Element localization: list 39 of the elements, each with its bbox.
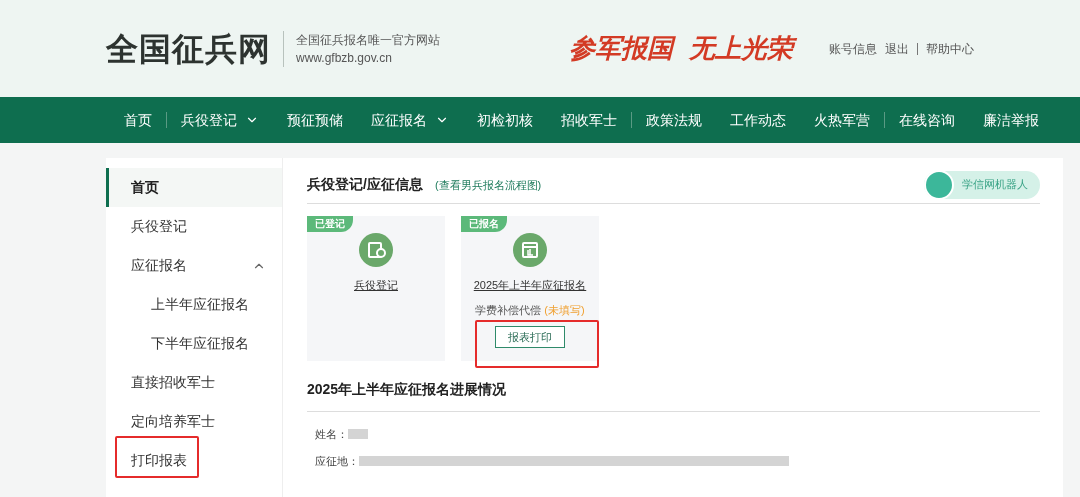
field-label: 应征地： [315,453,359,469]
nav-item[interactable]: 政策法规 [632,109,716,131]
field-label: 姓名： [315,427,348,442]
nav-item[interactable]: 兵役登记 [167,109,273,131]
progress-title: 2025年上半年应征报名进展情况 [307,381,507,397]
site-tagline: 全国征兵报名唯一官方网站 [296,31,440,49]
tuition-note: 学费补偿代偿 (未填写) [475,302,585,318]
site-url: www.gfbzb.gov.cn [296,49,393,67]
section-title: 兵役登记/应征信息 [307,175,423,194]
nav-item[interactable]: 应征报名 [357,109,463,131]
calendar-icon [513,233,547,267]
nav-item[interactable]: 初检初核 [463,109,547,131]
nav-item[interactable]: 在线咨询 [885,109,969,131]
nav-item[interactable]: 首页 [110,109,166,131]
sidebar-item[interactable]: 下半年应征报名 [106,324,282,363]
nav-item[interactable]: 廉洁举报 [969,109,1053,131]
sidebar-item[interactable]: 首页 [106,168,282,207]
flowchart-link[interactable]: (查看男兵报名流程图) [434,177,542,194]
card-link[interactable]: 2025年上半年应征报名 [473,277,587,294]
site-logo: 全国征兵网 [106,28,271,70]
nav-item[interactable]: 火热军营 [800,109,884,131]
sidebar-item[interactable]: 直接招收军士 [106,363,282,402]
sidebar-item[interactable]: 上半年应征报名 [106,285,282,324]
sidebar-item[interactable]: 兵役登记 [106,207,282,246]
status-badge: 已登记 [307,216,353,232]
sidebar-item[interactable]: 应征报名 [106,246,282,285]
nav-item[interactable]: 招收军士 [547,109,631,131]
sidebar-item[interactable]: 打印报表 [106,441,282,480]
nav-item[interactable]: 工作动态 [716,109,800,131]
card-link[interactable]: 兵役登记 [354,277,398,294]
nav-item[interactable]: 预征预储 [273,109,357,131]
blurred-value [348,429,368,440]
header-link[interactable]: 账号信息 [829,39,877,58]
header-link[interactable]: 帮助中心 [926,39,974,58]
document-icon [359,233,393,267]
sidebar-item[interactable]: 定向培养军士 [106,402,282,441]
header-link[interactable]: 退出 [885,39,909,58]
status-badge: 已报名 [461,216,507,232]
print-button[interactable]: 报表打印 [495,326,565,348]
